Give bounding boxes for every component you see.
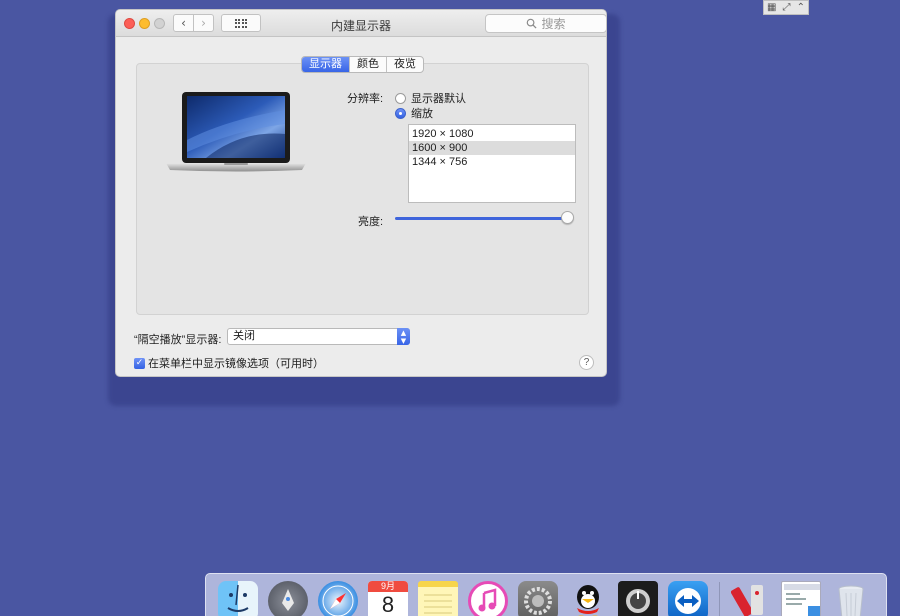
mirroring-option-row[interactable]: ✓ 在菜单栏中显示镜像选项（可用时） [134, 355, 324, 371]
radio-scaled[interactable]: 缩放 [395, 105, 433, 121]
select-value: 关闭 [233, 330, 255, 342]
laptop-illustration [166, 92, 306, 172]
teamviewer-icon[interactable] [668, 581, 708, 616]
notes-icon[interactable] [418, 581, 458, 616]
radio-button-selected[interactable] [395, 107, 406, 119]
checkmark-icon[interactable]: ✓ [134, 357, 145, 369]
qq-icon[interactable] [568, 581, 608, 616]
grid-icon[interactable]: ▦ [767, 1, 776, 14]
help-button[interactable]: ? [579, 355, 594, 370]
search-placeholder: 搜索 [541, 17, 566, 31]
radio-label: 显示器默认 [411, 93, 466, 105]
calendar-day: 8 [381, 592, 395, 616]
brightness-slider-track[interactable] [395, 217, 567, 220]
safari-icon[interactable] [318, 581, 358, 616]
finder-icon[interactable] [218, 581, 258, 616]
mirroring-option-label: 在菜单栏中显示镜像选项（可用时） [148, 358, 324, 370]
airplay-display-label: “隔空播放”显示器: [134, 334, 222, 346]
preview-window-icon[interactable] [781, 581, 821, 616]
itunes-icon[interactable] [468, 581, 508, 616]
radio-button[interactable] [395, 92, 406, 104]
radio-default-for-display[interactable]: 显示器默认 [395, 90, 466, 106]
display-preferences-window: ‹ › 内建显示器 搜索 显示器 颜色 夜览 分辨率: 显示器默认 缩放 192… [115, 9, 607, 377]
dock: 9月 8 [205, 573, 887, 616]
brightness-slider-knob[interactable] [561, 211, 574, 224]
expand-icon[interactable]: ⤢ [783, 1, 791, 14]
tab-color[interactable]: 颜色 [350, 57, 387, 72]
system-preferences-icon[interactable] [518, 581, 558, 616]
mini-control-strip[interactable]: ▦ ⤢ ⌃ [763, 0, 809, 15]
tab-bar: 显示器 颜色 夜览 [301, 56, 424, 73]
radio-label: 缩放 [411, 108, 433, 120]
search-icon [527, 18, 538, 29]
resolution-label: 分辨率: [347, 93, 384, 105]
trash-icon[interactable] [831, 581, 871, 616]
list-item[interactable]: 1920 × 1080 [409, 127, 575, 141]
tab-display[interactable]: 显示器 [302, 57, 350, 72]
chevron-up-icon[interactable]: ⌃ [797, 1, 805, 14]
search-field[interactable]: 搜索 [485, 14, 606, 33]
airplay-display-select[interactable]: 关闭 ▲ ▼ [227, 328, 410, 345]
calendar-icon[interactable]: 9月 8 [368, 581, 408, 616]
dock-separator [719, 582, 720, 616]
list-item[interactable]: 1344 × 756 [409, 155, 575, 169]
app-icon[interactable] [731, 581, 771, 616]
select-arrows-icon: ▲ ▼ [397, 328, 410, 345]
launchpad-icon[interactable] [268, 581, 308, 616]
calendar-month: 9月 [368, 581, 408, 592]
tab-night-shift[interactable]: 夜览 [387, 57, 423, 72]
resolution-list[interactable]: 1920 × 1080 1600 × 900 1344 × 756 [408, 124, 576, 203]
title-bar[interactable]: ‹ › 内建显示器 搜索 [116, 10, 606, 37]
logic-icon[interactable] [618, 581, 658, 616]
list-item-selected[interactable]: 1600 × 900 [409, 141, 575, 155]
brightness-label: 亮度: [358, 216, 384, 228]
